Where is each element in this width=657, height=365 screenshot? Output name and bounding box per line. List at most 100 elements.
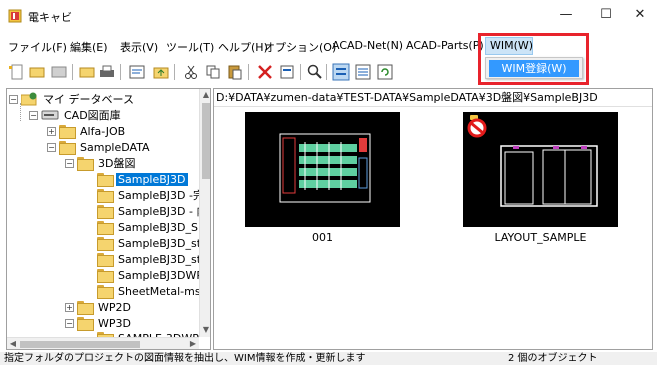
tree-item-label: 3D盤図 <box>98 157 136 170</box>
folder-icon <box>59 141 76 155</box>
title-bar: 電キャビ — ☐ ✕ <box>0 0 657 30</box>
collapse-icon[interactable]: − <box>65 318 74 328</box>
scroll-right-icon[interactable]: ▶ <box>187 338 199 349</box>
tree-item-label: SampleBJ3D_star <box>118 252 211 266</box>
tree-item[interactable]: SampleBJ3D -完了 <box>97 187 210 203</box>
folder-icon <box>97 189 114 203</box>
horizontal-scroll-thumb[interactable] <box>20 341 140 348</box>
tree-item[interactable]: SheetMetal-mst <box>97 283 207 299</box>
collapse-icon[interactable]: − <box>65 158 74 168</box>
menu-view[interactable]: 表示(V) <box>120 39 158 55</box>
horizontal-scrollbar[interactable]: ◀ ▶ <box>7 337 199 349</box>
tree-item-selected[interactable]: SampleBJ3D <box>97 171 188 187</box>
folder-icon <box>77 301 94 315</box>
tree-item-label: CAD図面庫 <box>64 109 121 122</box>
folder-icon[interactable] <box>78 63 96 81</box>
tree-item-label: SampleBJ3D <box>116 172 188 186</box>
drawing-thumbnail[interactable] <box>245 112 400 227</box>
folder-icon <box>97 253 114 267</box>
toolbar-separator <box>326 64 327 80</box>
open-folder-icon[interactable] <box>28 63 46 81</box>
tree-item[interactable]: − SampleDATA <box>47 139 152 155</box>
scroll-left-icon[interactable]: ◀ <box>7 338 19 349</box>
up-folder-icon[interactable] <box>152 63 170 81</box>
tree-item[interactable]: − CAD図面庫 <box>29 107 123 123</box>
menu-acad-net[interactable]: ACAD-Net(N) <box>332 39 403 52</box>
database-folder-icon <box>21 92 37 106</box>
tree-item-label: WP3D <box>98 316 131 330</box>
menu-file[interactable]: ファイル(F) <box>8 39 67 55</box>
wim-register-menu-item[interactable]: WIM登録(W) <box>489 60 579 77</box>
tree-item-label: SampleBJ3DWP <box>118 268 204 282</box>
menu-acad-parts[interactable]: ACAD-Parts(P) <box>406 39 484 52</box>
tree-item[interactable]: + Alfa-JOB <box>47 123 127 139</box>
menu-options[interactable]: オプション(O) <box>264 39 336 55</box>
tree-item-label: Alfa-JOB <box>80 124 126 138</box>
tree-item[interactable]: + WP2D <box>65 299 133 315</box>
properties-sheet-icon[interactable] <box>278 63 296 81</box>
paste-icon[interactable] <box>226 63 244 81</box>
menu-help[interactable]: ヘルプ(H) <box>218 39 268 55</box>
folder-icon <box>97 269 114 283</box>
thumbnail-label: LAYOUT_SAMPLE <box>494 231 587 244</box>
tree-item-label: WP2D <box>98 300 131 314</box>
wim-dropdown-menu: WIM登録(W) <box>485 57 583 79</box>
delete-icon[interactable] <box>256 63 274 81</box>
tree-root-label: マイ データベース <box>43 93 134 106</box>
toolbar-separator <box>120 64 121 80</box>
minimize-button[interactable]: — <box>546 4 586 26</box>
thumbnail-label: 001 <box>312 231 333 244</box>
scroll-down-icon[interactable]: ▼ <box>200 324 210 336</box>
window-title: 電キャビ <box>28 11 72 24</box>
toolbar-separator <box>248 64 249 80</box>
search-icon[interactable] <box>306 63 324 81</box>
tree-item[interactable]: SampleBJ3D_star <box>97 251 211 267</box>
tree-item-label: SampleDATA <box>80 140 150 154</box>
tree-root[interactable]: − マイ データベース <box>9 91 136 107</box>
folder-icon <box>77 157 94 171</box>
new-file-icon[interactable] <box>8 63 26 81</box>
collapse-icon[interactable]: − <box>29 110 38 120</box>
expand-icon[interactable]: + <box>47 126 56 136</box>
expand-icon[interactable]: + <box>65 302 74 312</box>
properties-icon[interactable] <box>128 63 146 81</box>
folder-tree-panel: − マイ データベース − CAD図面庫 + Alfa-JOB − Sample… <box>6 88 211 350</box>
drive-icon <box>41 110 59 120</box>
collapse-icon[interactable]: − <box>47 142 56 152</box>
folder-icon <box>97 285 114 299</box>
toolbar-separator <box>174 64 175 80</box>
menu-tools[interactable]: ツール(T) <box>166 39 214 55</box>
tree-item[interactable]: − WP3D <box>65 315 133 331</box>
tree-item-label: SampleBJ3D - 内部 <box>118 205 211 218</box>
open-folder-icon <box>97 173 114 187</box>
file-view-panel: D:¥DATA¥zumen-data¥TEST-DATA¥SampleDATA¥… <box>213 88 653 350</box>
cut-icon[interactable] <box>182 63 200 81</box>
tree-item-label: SampleBJ3D_S <box>118 220 198 234</box>
locked-no-entry-icon <box>467 115 487 138</box>
tree-item-label: SampleBJ3D_star <box>118 236 211 250</box>
tree-item[interactable]: SampleBJ3D_star <box>97 235 211 251</box>
vertical-scroll-thumb[interactable] <box>202 103 210 179</box>
print-icon[interactable] <box>98 63 116 81</box>
collapse-icon[interactable]: − <box>9 94 18 104</box>
list-view-icon[interactable] <box>354 63 372 81</box>
tree-item[interactable]: SampleBJ3D_S <box>97 219 200 235</box>
scroll-up-icon[interactable]: ▲ <box>200 89 210 101</box>
tree-item-label: SheetMetal-mst <box>118 284 205 298</box>
refresh-icon[interactable] <box>376 63 394 81</box>
tree-item[interactable]: − 3D盤図 <box>65 155 137 171</box>
tree-item[interactable]: SampleBJ3D - 内部 <box>97 203 211 219</box>
toolbar-separator <box>300 64 301 80</box>
folder-icon <box>97 205 114 219</box>
toolbar-separator <box>72 64 73 80</box>
vertical-scrollbar[interactable]: ▲ ▼ <box>199 89 210 337</box>
large-icons-view-icon[interactable] <box>332 63 350 81</box>
close-button[interactable]: ✕ <box>620 4 657 26</box>
object-count: 2 個のオブジェクト <box>508 353 598 364</box>
menu-edit[interactable]: 編集(E) <box>70 39 108 55</box>
save-icon[interactable] <box>50 63 68 81</box>
copy-icon[interactable] <box>204 63 222 81</box>
status-message: 指定フォルダのプロジェクトの図面情報を抽出し、WIM情報を作成・更新します <box>4 353 366 364</box>
tree-item[interactable]: SampleBJ3DWP <box>97 267 205 283</box>
folder-icon <box>97 221 114 235</box>
